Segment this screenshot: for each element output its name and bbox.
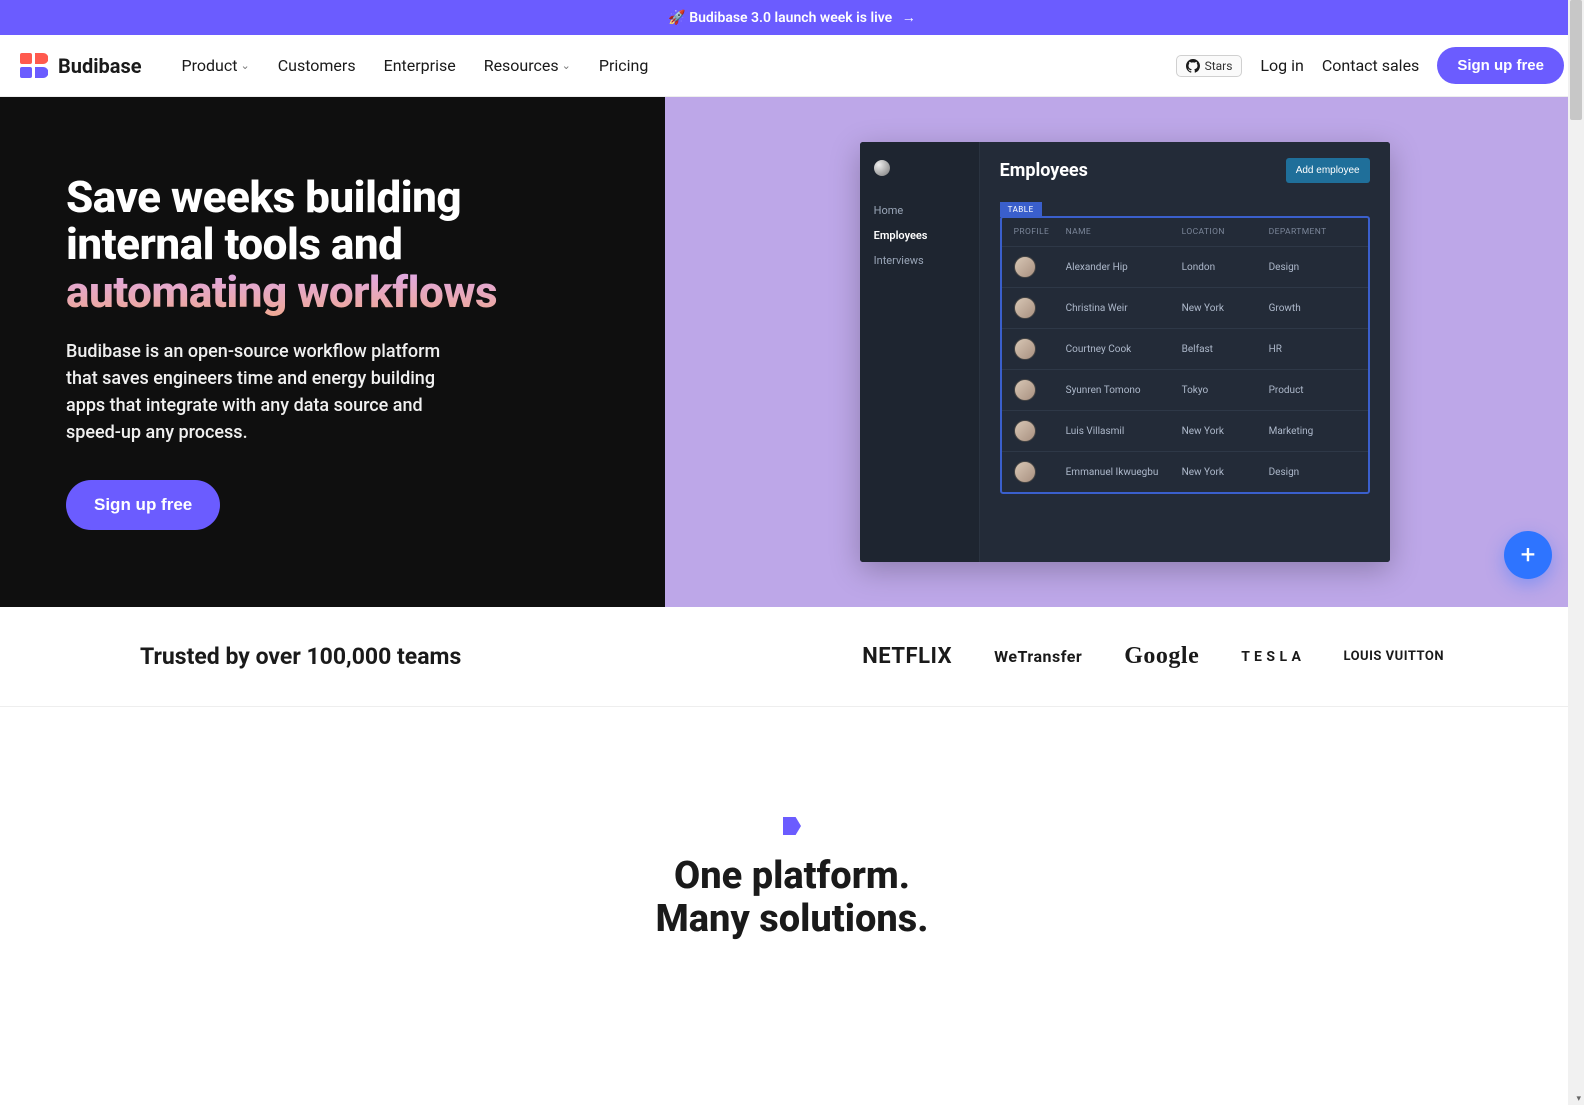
hero-subtitle: Budibase is an open-source workflow plat… — [66, 338, 446, 446]
demo-table: PROFILE NAME LOCATION DEPARTMENT Alexand… — [1000, 216, 1370, 494]
brand-name: Budibase — [58, 54, 142, 78]
signup-button[interactable]: Sign up free — [1437, 47, 1564, 84]
platform-section: One platform. Many solutions. — [0, 707, 1584, 980]
cell-name: Luis Villasmil — [1066, 426, 1182, 437]
avatar-icon — [1014, 461, 1036, 483]
avatar-icon — [1014, 338, 1036, 360]
demo-table-header: PROFILE NAME LOCATION DEPARTMENT — [1002, 218, 1368, 246]
cell-department: HR — [1269, 344, 1356, 355]
logo-tesla: T E S L A — [1241, 649, 1301, 665]
hero-visual: Home Employees Interviews Employees Add … — [665, 97, 1584, 607]
chevron-down-icon: ⌄ — [562, 59, 571, 72]
cell-name: Emmanuel Ikwuegbu — [1066, 467, 1182, 478]
cell-department: Design — [1269, 467, 1356, 478]
cell-name: Alexander Hip — [1066, 262, 1182, 273]
github-stars-badge[interactable]: Stars — [1176, 55, 1243, 77]
chevron-down-icon: ⌄ — [240, 59, 249, 72]
announcement-emoji: 🚀 — [668, 10, 685, 26]
demo-nav-home[interactable]: Home — [874, 198, 965, 223]
nav-enterprise[interactable]: Enterprise — [384, 56, 456, 75]
logo-google: Google — [1124, 643, 1199, 670]
table-row[interactable]: Luis VillasmilNew YorkMarketing — [1002, 410, 1368, 451]
demo-sidebar: Home Employees Interviews — [860, 142, 980, 562]
fab-add-button[interactable]: + — [1504, 531, 1552, 579]
hero-title: Save weeks building internal tools and a… — [66, 174, 605, 317]
demo-nav-interviews[interactable]: Interviews — [874, 248, 965, 273]
cell-department: Design — [1269, 262, 1356, 273]
col-location: LOCATION — [1182, 227, 1269, 237]
brand-logo[interactable]: Budibase — [20, 53, 142, 79]
logo-louis-vuitton: LOUIS VUITTON — [1343, 649, 1444, 664]
cell-department: Marketing — [1269, 426, 1356, 437]
page-scrollbar[interactable]: ▴ ▾ — [1568, 0, 1584, 1105]
cell-location: New York — [1182, 467, 1269, 478]
logo-icon — [20, 53, 48, 79]
demo-nav-employees[interactable]: Employees — [874, 223, 965, 248]
table-row[interactable]: Alexander HipLondonDesign — [1002, 246, 1368, 287]
logo-wetransfer: WeTransfer — [994, 647, 1082, 666]
cell-name: Courtney Cook — [1066, 344, 1182, 355]
hero-copy: Save weeks building internal tools and a… — [0, 97, 665, 607]
cell-name: Syunren Tomono — [1066, 385, 1182, 396]
trusted-logos: NETFLIX WeTransfer Google T E S L A LOUI… — [862, 643, 1444, 670]
col-department: DEPARTMENT — [1269, 227, 1356, 237]
hero-title-plain: Save weeks building internal tools and — [66, 171, 461, 271]
table-row[interactable]: Courtney CookBelfastHR — [1002, 328, 1368, 369]
arrow-right-icon: → — [902, 10, 916, 26]
announcement-bar[interactable]: 🚀 Budibase 3.0 launch week is live → — [0, 0, 1584, 35]
site-header: Budibase Product ⌄ Customers Enterprise … — [0, 35, 1584, 97]
table-row[interactable]: Syunren TomonoTokyoProduct — [1002, 369, 1368, 410]
github-icon — [1186, 59, 1200, 73]
nav-resources[interactable]: Resources ⌄ — [484, 56, 571, 75]
nav-customers[interactable]: Customers — [278, 56, 356, 75]
avatar-icon — [1014, 256, 1036, 278]
cell-location: New York — [1182, 303, 1269, 314]
demo-main: Employees Add employee TABLE PROFILE NAM… — [980, 142, 1390, 562]
demo-app-window: Home Employees Interviews Employees Add … — [860, 142, 1390, 562]
cell-location: New York — [1182, 426, 1269, 437]
header-actions: Stars Log in Contact sales Sign up free — [1176, 47, 1564, 84]
nav-product-label: Product — [182, 56, 238, 75]
scroll-thumb[interactable] — [1570, 0, 1582, 120]
demo-header: Employees Add employee — [1000, 158, 1370, 183]
trusted-text: Trusted by over 100,000 teams — [140, 643, 461, 670]
login-link[interactable]: Log in — [1260, 56, 1303, 75]
cell-name: Christina Weir — [1066, 303, 1182, 314]
tag-icon — [783, 817, 801, 835]
demo-workspace-avatar-icon — [874, 160, 890, 176]
avatar-icon — [1014, 297, 1036, 319]
contact-sales-link[interactable]: Contact sales — [1322, 56, 1419, 75]
col-profile: PROFILE — [1014, 227, 1066, 237]
cell-location: Tokyo — [1182, 385, 1269, 396]
demo-page-title: Employees — [1000, 160, 1088, 181]
cell-department: Product — [1269, 385, 1356, 396]
cell-location: Belfast — [1182, 344, 1269, 355]
nav-resources-label: Resources — [484, 56, 559, 75]
table-row[interactable]: Emmanuel IkwuegbuNew YorkDesign — [1002, 451, 1368, 492]
cell-location: London — [1182, 262, 1269, 273]
table-row[interactable]: Christina WeirNew YorkGrowth — [1002, 287, 1368, 328]
main-nav: Product ⌄ Customers Enterprise Resources… — [182, 56, 649, 75]
col-name: NAME — [1066, 227, 1182, 237]
demo-tab-table[interactable]: TABLE — [1000, 202, 1042, 217]
cell-department: Growth — [1269, 303, 1356, 314]
github-stars-label: Stars — [1205, 59, 1233, 73]
trusted-section: Trusted by over 100,000 teams NETFLIX We… — [0, 607, 1584, 707]
nav-pricing[interactable]: Pricing — [599, 56, 649, 75]
section-heading: One platform. Many solutions. — [20, 855, 1564, 940]
hero-cta-button[interactable]: Sign up free — [66, 480, 220, 530]
announcement-text: Budibase 3.0 launch week is live — [689, 10, 892, 26]
scroll-down-icon: ▾ — [1576, 1094, 1581, 1104]
hero-title-gradient: automating workflows — [66, 266, 497, 318]
nav-product[interactable]: Product ⌄ — [182, 56, 250, 75]
heading-line1: One platform. — [674, 854, 910, 898]
heading-line2: Many solutions. — [655, 897, 928, 941]
logo-netflix: NETFLIX — [862, 644, 952, 669]
avatar-icon — [1014, 420, 1036, 442]
hero-section: Save weeks building internal tools and a… — [0, 97, 1584, 607]
demo-add-employee-button[interactable]: Add employee — [1286, 158, 1370, 183]
avatar-icon — [1014, 379, 1036, 401]
